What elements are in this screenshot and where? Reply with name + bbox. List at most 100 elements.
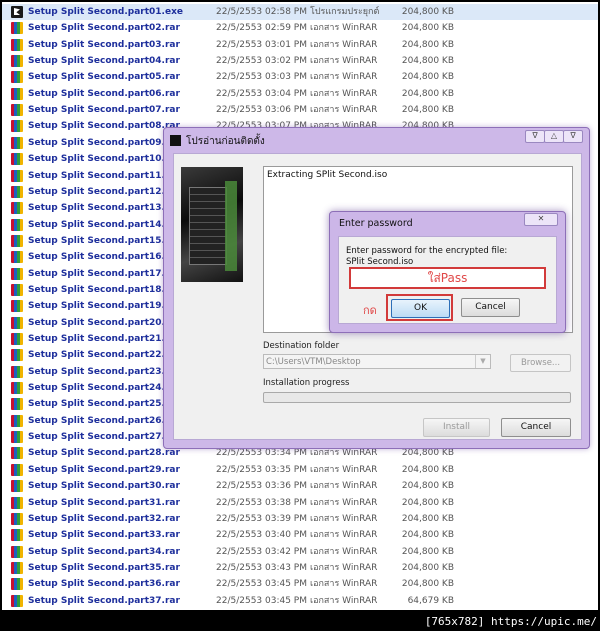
minimize-icon[interactable]: ∇ [525, 130, 545, 143]
winrar-file-icon [11, 104, 23, 117]
file-row[interactable]: Setup Split Second.part03.rar 22/5/2553 0… [2, 37, 598, 53]
winrar-file-icon [11, 218, 23, 231]
file-row[interactable]: Setup Split Second.part34.rar 22/5/2553 0… [2, 544, 598, 560]
file-type: เอกสาร WinRAR [310, 464, 378, 475]
file-size: 64,679 KB [407, 595, 454, 606]
winrar-file-icon [11, 431, 23, 444]
file-row[interactable]: Setup Split Second.part29.rar 22/5/2553 0… [2, 462, 598, 478]
browse-button[interactable]: Browse... [510, 354, 571, 372]
file-name: Setup Split Second.part13.rar [28, 203, 180, 214]
password-cancel-button[interactable]: Cancel [461, 298, 520, 317]
installer-title-bar[interactable]: โปรอ่านก่อนติดตั้ง [170, 134, 265, 150]
cover-building [189, 187, 227, 265]
cover-logo [225, 181, 237, 271]
file-name: Setup Split Second.part34.rar [28, 546, 180, 557]
watermark: [765x782] https://upic.me/ [424, 615, 597, 628]
file-date: 22/5/2553 03:06 PM [216, 105, 307, 116]
winrar-file-icon [11, 382, 23, 395]
winrar-file-icon [11, 398, 23, 411]
file-row[interactable]: Setup Split Second.part33.rar 22/5/2553 0… [2, 527, 598, 543]
winrar-file-icon [11, 316, 23, 329]
maximize-icon[interactable]: △ [544, 130, 564, 143]
file-size: 204,800 KB [401, 579, 454, 590]
password-dialog: Enter password ✕ Enter password for the … [329, 211, 566, 333]
file-name: Setup Split Second.part04.rar [28, 56, 180, 67]
password-body: Enter password for the encrypted file: S… [338, 236, 557, 324]
app-icon [170, 135, 181, 146]
file-name: Setup Split Second.part33.rar [28, 530, 180, 541]
file-date: 22/5/2553 03:02 PM [216, 56, 307, 67]
winrar-file-icon [11, 153, 23, 166]
installation-progress-bar [263, 392, 571, 403]
game-cover-image [181, 167, 243, 282]
file-row[interactable]: Setup Split Second.part02.rar 22/5/2553 0… [2, 20, 598, 36]
file-name: Setup Split Second.part18.rar [28, 284, 180, 295]
password-input[interactable]: ใส่Pass [349, 267, 546, 289]
file-date: 22/5/2553 03:45 PM [216, 579, 307, 590]
install-button[interactable]: Install [423, 418, 490, 437]
file-type: เอกสาร WinRAR [310, 56, 378, 67]
file-row[interactable]: Setup Split Second.part05.rar 22/5/2553 0… [2, 69, 598, 85]
file-name: Setup Split Second.part16.rar [28, 252, 180, 263]
winrar-file-icon [11, 333, 23, 345]
file-row[interactable]: Setup Split Second.part04.rar 22/5/2553 0… [2, 53, 598, 69]
file-row[interactable]: Setup Split Second.part36.rar 22/5/2553 0… [2, 576, 598, 592]
winrar-file-icon [11, 267, 23, 280]
winrar-file-icon [11, 234, 23, 247]
winrar-file-icon [11, 529, 23, 542]
winrar-file-icon [11, 87, 23, 100]
password-prompt: Enter password for the encrypted file: [346, 246, 508, 256]
file-type: เอกสาร WinRAR [310, 513, 378, 524]
file-row[interactable]: Setup Split Second.part07.rar 22/5/2553 0… [2, 102, 598, 118]
file-row[interactable]: Setup Split Second.part37.rar 22/5/2553 0… [2, 593, 598, 609]
winrar-file-icon [11, 22, 23, 35]
winrar-file-icon [11, 120, 23, 133]
file-name: Setup Split Second.part29.rar [28, 464, 180, 475]
file-type: เอกสาร WinRAR [310, 546, 378, 557]
file-row[interactable]: Setup Split Second.part31.rar 22/5/2553 0… [2, 495, 598, 511]
file-row[interactable]: Setup Split Second.part06.rar 22/5/2553 0… [2, 86, 598, 102]
password-dialog-title: Enter password [339, 218, 413, 229]
file-size: 204,800 KB [401, 7, 454, 17]
file-size: 204,800 KB [401, 513, 454, 524]
file-date: 22/5/2553 03:36 PM [216, 481, 307, 492]
window-buttons: ∇ △ ∇ [525, 130, 583, 144]
file-size: 204,800 KB [401, 464, 454, 475]
file-row[interactable]: Setup Split Second.part30.rar 22/5/2553 0… [2, 478, 598, 494]
file-type: เอกสาร WinRAR [310, 481, 378, 492]
winrar-file-icon [11, 578, 23, 591]
file-date: 22/5/2553 03:45 PM [216, 595, 307, 606]
file-row[interactable]: Setup Split Second.part32.rar 22/5/2553 0… [2, 511, 598, 527]
file-row[interactable]: Setup Split Second.part01.exe 22/5/2553 0… [2, 4, 598, 20]
file-name: Setup Split Second.part10.rar [28, 154, 180, 165]
installer-cancel-button[interactable]: Cancel [501, 418, 571, 437]
destination-field[interactable]: C:\Users\VTM\Desktop ▼ [263, 354, 491, 369]
close-icon[interactable]: ∇ [563, 130, 583, 143]
winrar-file-icon [11, 202, 23, 215]
winrar-file-icon [11, 136, 23, 149]
dropdown-arrow-icon[interactable]: ▼ [475, 355, 490, 368]
file-name: Setup Split Second.part32.rar [28, 513, 180, 524]
password-close-icon[interactable]: ✕ [524, 213, 558, 226]
file-name: Setup Split Second.part22.rar [28, 350, 180, 361]
file-name: Setup Split Second.part09.rar [28, 137, 180, 148]
file-name: Setup Split Second.part28.rar [28, 448, 180, 459]
file-type: เอกสาร WinRAR [310, 105, 378, 116]
log-text: Extracting SPlit Second.iso [267, 170, 388, 180]
winrar-file-icon [11, 283, 23, 296]
winrar-file-icon [11, 55, 23, 68]
winrar-file-icon [11, 185, 23, 198]
winrar-file-icon [11, 480, 23, 493]
file-date: 22/5/2553 03:40 PM [216, 530, 307, 541]
ok-button[interactable]: OK [391, 299, 450, 318]
file-size: 204,800 KB [401, 497, 454, 508]
file-date: 22/5/2553 02:58 PM [216, 7, 307, 17]
file-name: Setup Split Second.part30.rar [28, 481, 180, 492]
file-name: Setup Split Second.part21.rar [28, 334, 180, 344]
file-date: 22/5/2553 03:35 PM [216, 464, 307, 475]
file-size: 204,800 KB [401, 530, 454, 541]
file-row[interactable]: Setup Split Second.part35.rar 22/5/2553 0… [2, 560, 598, 576]
file-date: 22/5/2553 02:59 PM [216, 23, 307, 34]
password-file: SPlit Second.iso [346, 257, 414, 267]
file-date: 22/5/2553 03:39 PM [216, 513, 307, 524]
